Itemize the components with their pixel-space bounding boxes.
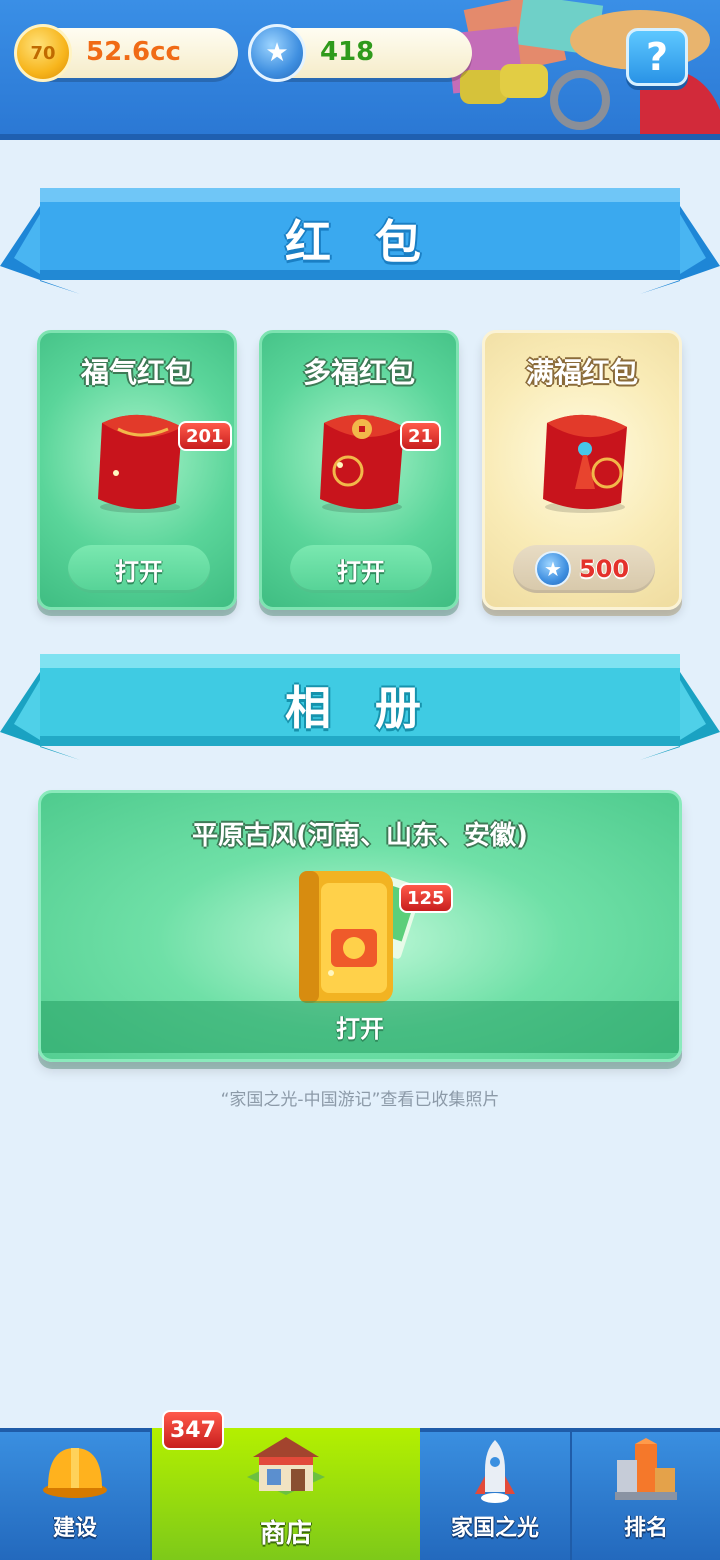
star-icon: ★	[535, 551, 571, 587]
coin-value: 52.6cc	[86, 37, 181, 67]
red-envelope-tassel-icon	[543, 414, 627, 513]
star-icon: ★	[248, 24, 306, 82]
red-envelope-fu-icon	[320, 414, 404, 513]
album-hint-text: “家国之光-中国游记”查看已收集照片	[220, 1090, 500, 1110]
star-value: 418	[320, 37, 375, 67]
top-bar: 70 52.6cc ★ 418 ?	[0, 0, 720, 140]
album-banner: 相 册	[0, 652, 720, 762]
nav-homeland-light[interactable]: 家国之光	[420, 1432, 570, 1560]
shop-icon	[247, 1437, 325, 1495]
open-button[interactable]: 打开	[68, 545, 210, 593]
ranking-icon	[615, 1438, 677, 1500]
red-packet-title: 红 包	[284, 215, 435, 269]
red-packet-banner: 红 包	[0, 186, 720, 296]
red-packet-card-duofu[interactable]: 多福红包 21 打开	[259, 330, 459, 610]
coin-icon: 70	[14, 24, 72, 82]
count-badge: 21	[400, 421, 442, 451]
album-title: 平原古风(河南、山东、安徽)	[192, 821, 528, 851]
open-album-button[interactable]: 打开	[41, 1009, 679, 1044]
album-card[interactable]: 平原古风(河南、山东、安徽) 125 打开	[38, 790, 682, 1062]
bottom-navigation: 建设 商店 347 家国之光 排名	[0, 1410, 720, 1560]
rocket-icon	[475, 1440, 515, 1503]
buy-button[interactable]: ★ 500	[513, 545, 655, 593]
nav-label: 排名	[623, 1516, 668, 1541]
red-packet-card-fuqi[interactable]: 福气红包 201 打开	[37, 330, 237, 610]
card-title: 满福红包	[525, 356, 638, 389]
red-envelope-icon	[98, 414, 182, 513]
nav-ranking[interactable]: 排名	[570, 1432, 720, 1560]
card-title: 福气红包	[80, 356, 193, 389]
hardhat-icon	[43, 1448, 107, 1498]
count-badge: 125	[399, 883, 453, 913]
help-button[interactable]: ?	[626, 28, 688, 86]
red-packet-card-manfu[interactable]: 满福红包 ★ 500	[482, 330, 682, 610]
shop-notification-badge: 347	[162, 1410, 224, 1450]
nav-build[interactable]: 建设	[0, 1432, 150, 1560]
album-section-title: 相 册	[284, 681, 435, 735]
card-title: 多福红包	[302, 356, 415, 389]
price-value: 500	[579, 555, 630, 583]
open-button[interactable]: 打开	[290, 545, 432, 593]
nav-label: 建设	[52, 1516, 97, 1541]
star-balance[interactable]: ★ 418	[248, 24, 472, 82]
count-badge: 201	[178, 421, 232, 451]
nav-label: 家国之光	[450, 1516, 539, 1541]
coin-balance[interactable]: 70 52.6cc	[14, 24, 238, 82]
nav-label: 商店	[259, 1519, 312, 1549]
